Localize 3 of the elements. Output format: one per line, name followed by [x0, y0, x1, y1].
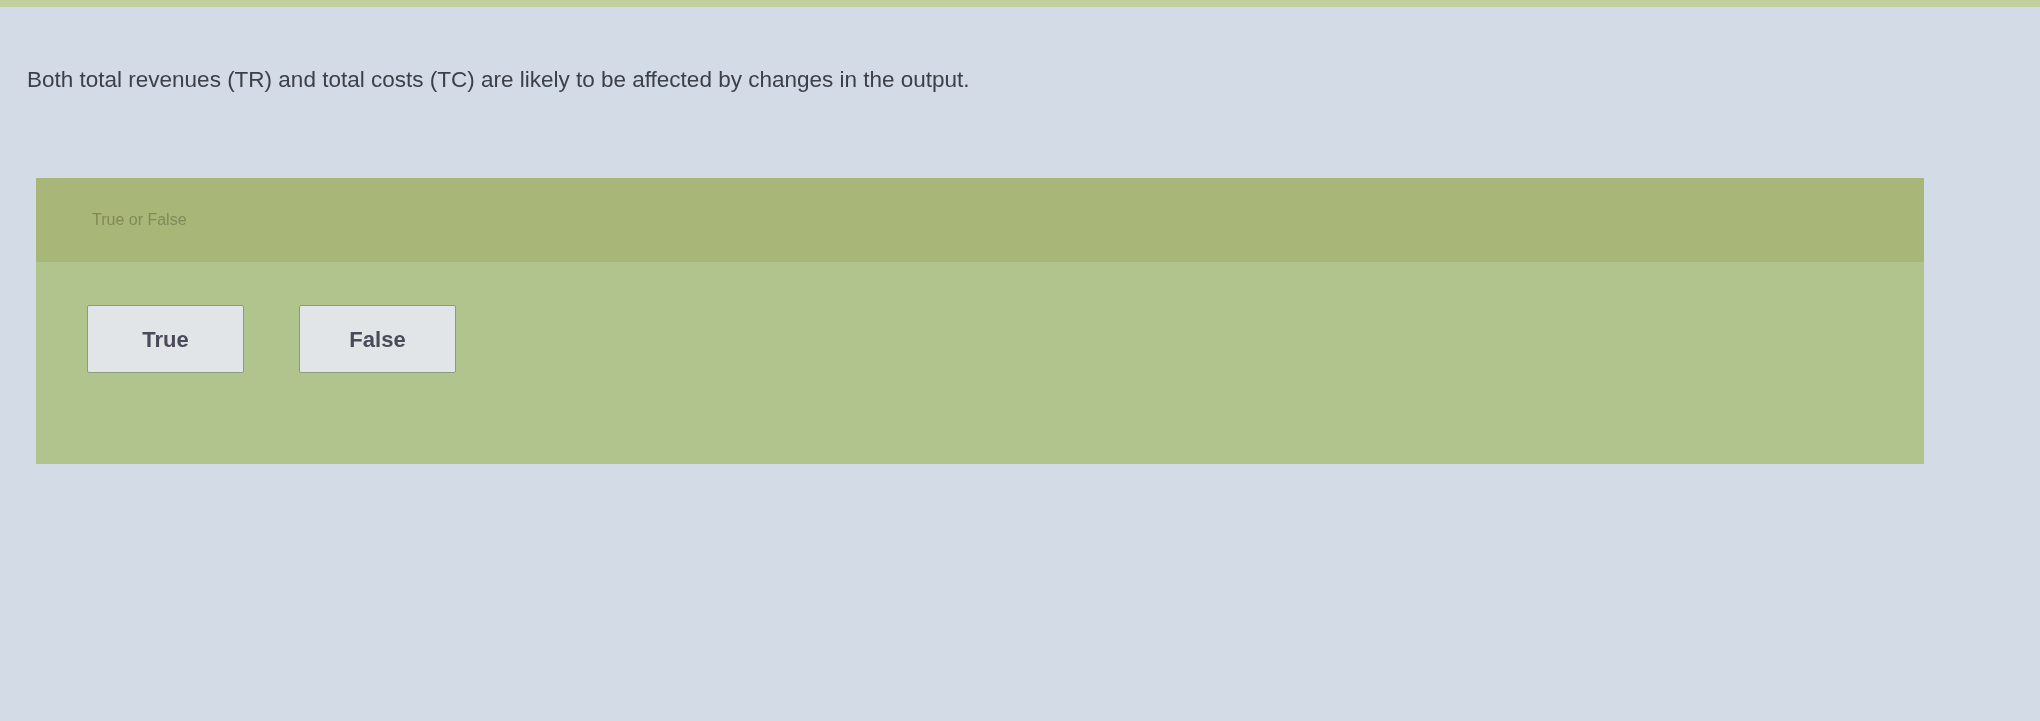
question-text: Both total revenues (TR) and total costs (TC) are likely to be affected by changes in the output. [27, 67, 970, 93]
answer-option[interactable]: True [87, 305, 244, 373]
answer-option[interactable]: False [299, 305, 456, 373]
